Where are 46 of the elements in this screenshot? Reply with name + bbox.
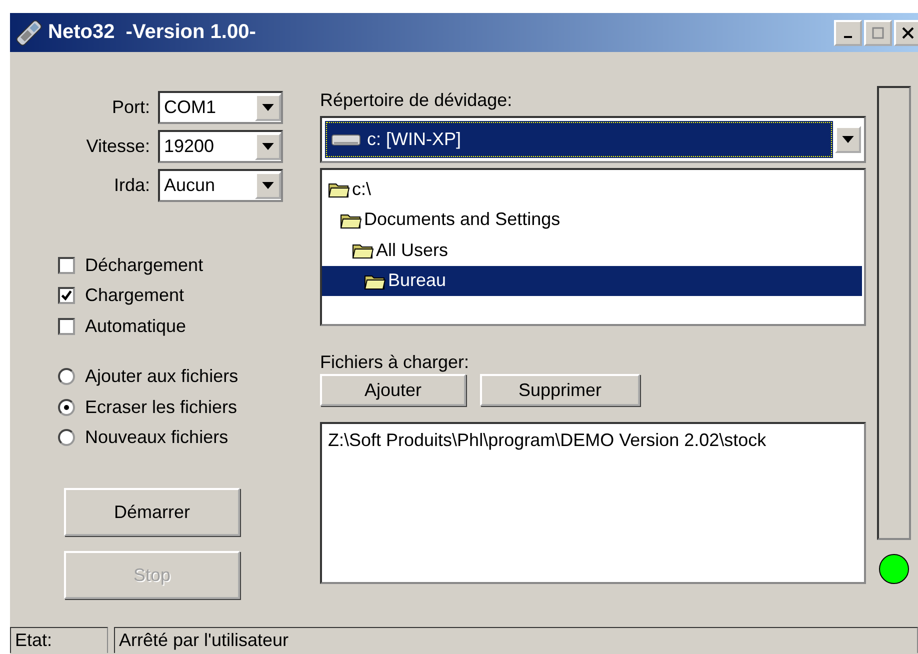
tree-item[interactable]: All Users [322,235,862,266]
dropdown-button[interactable] [255,94,281,120]
maximize-icon [872,26,884,38]
dropdown-button[interactable] [835,126,861,153]
caret-icon [262,104,274,110]
status-message: Arrêté par l'utilisateur [114,627,918,653]
setting-dropdown[interactable]: 19200 [158,130,283,162]
checkbox-label: Déchargement [85,254,204,276]
caret-icon [262,142,274,150]
radio-label: Ajouter aux fichiers [85,366,238,388]
checkbox-label: Automatique [85,316,186,337]
close-icon [902,26,914,38]
minimize-icon [844,36,852,38]
minimize-button[interactable] [834,20,862,46]
radio-button[interactable] [58,398,75,416]
directory-label: Répertoire de dévidage: [320,90,514,112]
radio-label: Ecraser les fichiers [85,396,238,418]
status-label: Etat: [10,627,108,653]
setting-label: Irda: [112,174,150,196]
tree-item[interactable]: c:\ [322,174,862,204]
dropdown-button[interactable] [255,132,281,160]
drive-icon [331,132,361,146]
tree-item[interactable]: Documents and Settings [322,204,862,235]
radio-button[interactable] [58,429,75,446]
setting-label: Port: [110,96,150,118]
checkbox-label: Chargement [85,285,184,306]
setting-dropdown[interactable]: Aucun [158,168,283,202]
caret-icon [262,182,274,188]
close-button[interactable] [894,20,918,46]
setting-dropdown[interactable]: COM1 [158,90,283,124]
window-title: Neto32 -Version 1.00- [48,21,257,44]
checkbox[interactable] [58,318,75,335]
action-button[interactable]: Démarrer [64,488,240,536]
setting-label: Vitesse: [85,136,150,156]
radio-label: Nouveaux fichiers [85,427,228,448]
file-button[interactable]: Ajouter [320,374,466,406]
caret-icon [842,136,854,143]
file-item[interactable]: Z:\Soft Produits\Phl\program\DEMO Version 2.02\stock [328,430,766,451]
tree-item[interactable]: Bureau [322,266,862,296]
checkbox[interactable] [58,287,75,304]
checkbox[interactable] [58,256,75,274]
dropdown-button[interactable] [255,172,281,198]
file-button[interactable]: Supprimer [480,374,640,406]
radio-button[interactable] [58,368,75,386]
drive-dropdown[interactable]: c: [WIN-XP] [320,116,866,163]
files-label: Fichiers à charger: [320,352,470,374]
